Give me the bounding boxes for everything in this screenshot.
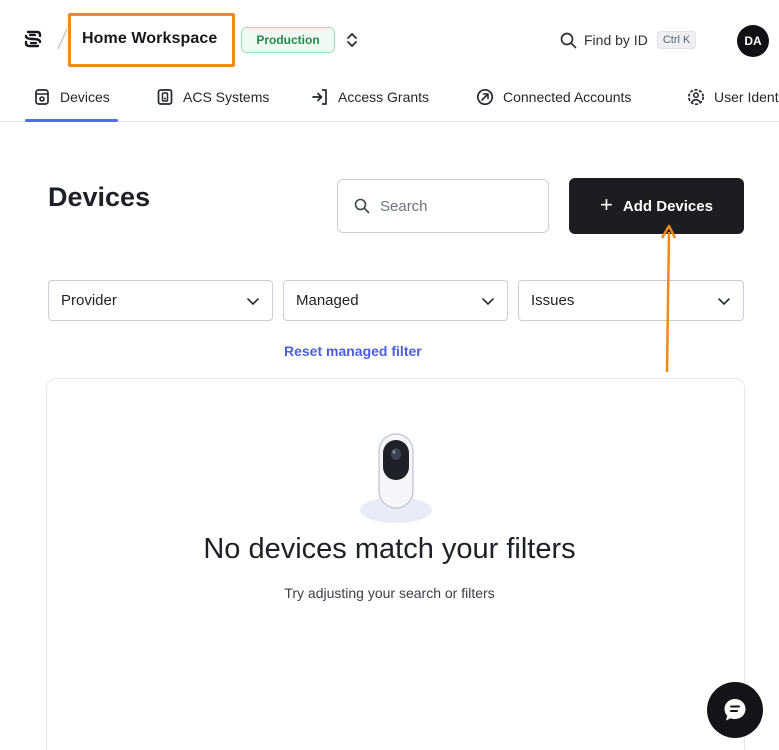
- acs-icon: [157, 89, 173, 105]
- chevron-down-icon: [718, 297, 730, 305]
- chat-bubble-icon: [724, 699, 746, 721]
- avatar[interactable]: DA: [737, 25, 769, 57]
- search-icon: [354, 198, 370, 214]
- camera-device-icon: [360, 433, 432, 523]
- tab-user-identities[interactable]: User Identities: [687, 72, 779, 122]
- add-devices-label: Add Devices: [622, 197, 713, 215]
- nav-tabs: Devices ACS Systems Access Grants Connec…: [0, 72, 779, 122]
- search-icon: [560, 32, 577, 48]
- find-by-id-label: Find by ID: [584, 32, 648, 48]
- managed-filter-select[interactable]: Managed: [283, 280, 508, 321]
- breadcrumb-separator-icon: [57, 28, 68, 50]
- reset-managed-filter-link[interactable]: Reset managed filter: [284, 343, 422, 359]
- chevron-down-icon: [482, 297, 494, 305]
- environment-badge: Production: [241, 27, 335, 53]
- tab-label: Devices: [60, 89, 110, 105]
- plus-icon: +: [600, 192, 613, 217]
- add-devices-button[interactable]: + Add Devices: [569, 178, 744, 234]
- tab-access-grants[interactable]: Access Grants: [311, 72, 429, 122]
- top-bar: Home Workspace Production Find by ID Ctr…: [0, 0, 779, 122]
- tab-label: Access Grants: [338, 89, 430, 105]
- tab-label: ACS Systems: [183, 89, 270, 105]
- search-input[interactable]: [380, 197, 530, 215]
- annotation-highlight-box: [68, 13, 235, 67]
- keyboard-shortcut: Ctrl K: [656, 31, 697, 49]
- page-title: Devices: [48, 182, 151, 212]
- chevron-down-icon: [247, 297, 259, 305]
- connected-accounts-icon: [476, 88, 494, 106]
- tab-label: Connected Accounts: [503, 89, 632, 105]
- chevron-up-down-icon[interactable]: [343, 30, 361, 50]
- search-box[interactable]: [337, 179, 549, 233]
- seam-logo-icon[interactable]: [22, 28, 44, 50]
- issues-filter-select[interactable]: Issues: [518, 280, 744, 321]
- access-grant-icon: [312, 89, 327, 105]
- filter-label: Managed: [296, 292, 359, 309]
- filter-label: Provider: [61, 292, 117, 309]
- empty-state-subtitle: Try adjusting your search or filters: [284, 585, 495, 601]
- tab-devices[interactable]: Devices: [25, 72, 118, 122]
- user-identity-icon: [687, 88, 705, 106]
- tab-connected-accounts[interactable]: Connected Accounts: [476, 72, 631, 122]
- device-icon: [35, 89, 49, 105]
- find-by-id-button[interactable]: Find by ID Ctrl K: [560, 24, 697, 56]
- empty-state-title: No devices match your filters: [203, 533, 576, 565]
- tab-acs-systems[interactable]: ACS Systems: [156, 72, 269, 122]
- filter-label: Issues: [531, 292, 575, 309]
- provider-filter-select[interactable]: Provider: [48, 280, 273, 321]
- chat-support-button[interactable]: [707, 682, 763, 738]
- tab-label: User Identities: [714, 89, 779, 105]
